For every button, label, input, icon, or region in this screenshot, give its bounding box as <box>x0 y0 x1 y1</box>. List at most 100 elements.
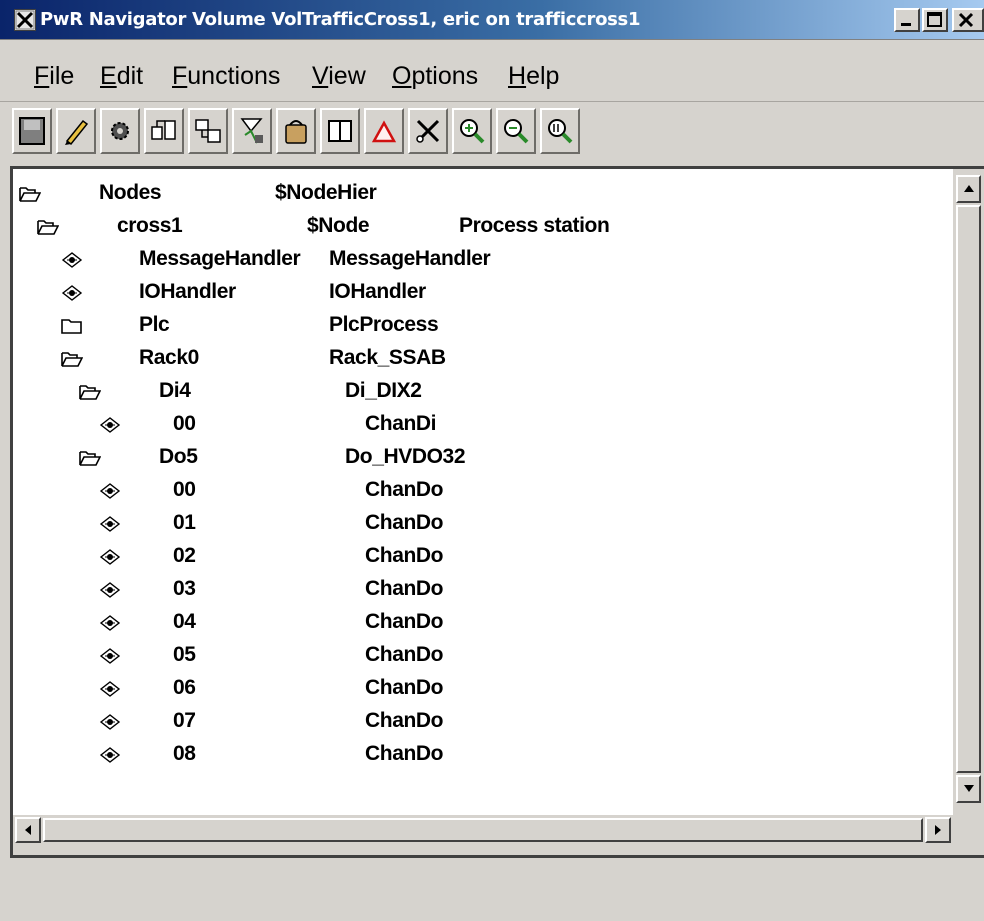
tree-row[interactable]: IOHandler IOHandler <box>13 278 953 310</box>
hierarchy-button[interactable] <box>144 108 184 154</box>
tree-row-class: Di_DIX2 <box>345 379 422 402</box>
tree-row[interactable]: 08 ChanDo <box>13 740 953 772</box>
tree-row-class: ChanDo <box>365 676 444 699</box>
tree-row[interactable]: Plc PlcProcess <box>13 311 953 343</box>
tree-row[interactable]: 04 ChanDo <box>13 608 953 640</box>
crossreference-button[interactable] <box>232 108 272 154</box>
alarm-button[interactable] <box>364 108 404 154</box>
maximize-button[interactable] <box>922 8 948 32</box>
leaf-object-icon[interactable] <box>99 482 121 504</box>
tree-row[interactable]: 07 ChanDo <box>13 707 953 739</box>
zoom-reset-button[interactable] <box>540 108 580 154</box>
tree-row-class: $Node <box>307 214 370 237</box>
vertical-scroll-thumb[interactable] <box>956 205 981 773</box>
tree-row[interactable]: MessageHandler MessageHandler <box>13 245 953 277</box>
folder-open-icon[interactable] <box>79 383 102 405</box>
leaf-object-icon[interactable] <box>99 581 121 603</box>
scroll-up-button[interactable] <box>956 175 981 203</box>
warning-triangle-icon <box>371 120 397 143</box>
vertical-scrollbar[interactable] <box>953 169 984 815</box>
tree-row-class: IOHandler <box>329 280 426 303</box>
tree-row-description: Process station <box>459 214 610 237</box>
leaf-object-icon[interactable] <box>99 548 121 570</box>
tree-row[interactable]: 00 ChanDi <box>13 410 953 442</box>
tree-row[interactable]: Do5 Do_HVDO32 <box>13 443 953 475</box>
arrow-right-icon <box>935 825 941 835</box>
window-title: PwR Navigator Volume VolTrafficCross1, e… <box>40 9 641 30</box>
tree-row[interactable]: Nodes $NodeHier <box>13 179 953 211</box>
object-tree[interactable]: Nodes $NodeHier cross1 $Node Process station… <box>13 169 953 815</box>
tools-button[interactable] <box>408 108 448 154</box>
leaf-object-icon[interactable] <box>99 746 121 768</box>
app-icon <box>14 9 36 31</box>
arrow-left-icon <box>25 825 31 835</box>
tree-row[interactable]: 06 ChanDo <box>13 674 953 706</box>
tree-row-name: 05 <box>173 643 196 666</box>
leaf-object-icon[interactable] <box>99 515 121 537</box>
tree-row-class: ChanDo <box>365 610 444 633</box>
menu-edit[interactable]: Edit <box>100 62 143 91</box>
title-bar[interactable]: PwR Navigator Volume VolTrafficCross1, e… <box>0 0 984 40</box>
tree-row[interactable]: cross1 $Node Process station <box>13 212 953 244</box>
tree-row-name: 07 <box>173 709 196 732</box>
folder-open-icon[interactable] <box>19 185 42 207</box>
tree-row-name: 03 <box>173 577 196 600</box>
menu-file[interactable]: File <box>34 62 74 91</box>
zoom-out-button[interactable] <box>496 108 536 154</box>
edit-mode-button[interactable] <box>56 108 96 154</box>
tree-row[interactable]: 00 ChanDo <box>13 476 953 508</box>
tree-row[interactable]: 02 ChanDo <box>13 542 953 574</box>
configure-button[interactable] <box>100 108 140 154</box>
horizontal-scrollbar[interactable] <box>13 815 953 845</box>
tree-row-name: cross1 <box>117 214 183 237</box>
leaf-object-icon[interactable] <box>61 251 83 273</box>
menu-options[interactable]: Options <box>392 62 478 91</box>
object-graph-button[interactable] <box>188 108 228 154</box>
menu-bar: File Edit Functions View Options Help <box>0 40 984 102</box>
tree-row[interactable]: 05 ChanDo <box>13 641 953 673</box>
tree-row-class: PlcProcess <box>329 313 439 336</box>
tree-row-name: Nodes <box>99 181 162 204</box>
leaf-object-icon[interactable] <box>99 416 121 438</box>
bucket-icon <box>285 120 307 144</box>
horizontal-scroll-thumb[interactable] <box>43 818 923 842</box>
leaf-object-icon[interactable] <box>99 614 121 636</box>
folder-open-icon[interactable] <box>79 449 102 471</box>
toolbar <box>12 108 672 158</box>
tree-row-name: 06 <box>173 676 196 699</box>
tree-row[interactable]: Rack0 Rack_SSAB <box>13 344 953 376</box>
scroll-left-button[interactable] <box>15 817 41 843</box>
tree-row-name: Do5 <box>159 445 198 468</box>
folder-open-icon[interactable] <box>37 218 60 240</box>
tree-row-class: ChanDo <box>365 544 444 567</box>
tree-row-class: ChanDo <box>365 643 444 666</box>
menu-view[interactable]: View <box>312 62 366 91</box>
leaf-object-icon[interactable] <box>99 647 121 669</box>
arrow-down-icon <box>963 785 974 792</box>
tree-row[interactable]: 03 ChanDo <box>13 575 953 607</box>
tree-row-class: ChanDo <box>365 478 444 501</box>
zoom-out-icon <box>504 119 529 144</box>
close-button[interactable] <box>952 8 984 32</box>
folder-open-icon[interactable] <box>61 350 84 372</box>
tree-row-class: MessageHandler <box>329 247 491 270</box>
minimize-button[interactable] <box>894 8 920 32</box>
leaf-object-icon[interactable] <box>99 713 121 735</box>
leaf-object-icon[interactable] <box>99 680 121 702</box>
tree-row[interactable]: Di4 Di_DIX2 <box>13 377 953 409</box>
save-button[interactable] <box>12 108 52 154</box>
menu-functions[interactable]: Functions <box>172 62 280 91</box>
scroll-down-button[interactable] <box>956 775 981 803</box>
tree-row-class: ChanDo <box>365 577 444 600</box>
save-icon <box>19 117 45 145</box>
tree-row[interactable]: 01 ChanDo <box>13 509 953 541</box>
scroll-right-button[interactable] <box>925 817 951 843</box>
bucket-button[interactable] <box>276 108 316 154</box>
menu-help[interactable]: Help <box>508 62 559 91</box>
tree-row-name: 04 <box>173 610 196 633</box>
zoom-in-button[interactable] <box>452 108 492 154</box>
folder-closed-icon[interactable] <box>61 317 83 339</box>
split-window-button[interactable] <box>320 108 360 154</box>
tree-row-name: MessageHandler <box>139 247 301 270</box>
leaf-object-icon[interactable] <box>61 284 83 306</box>
